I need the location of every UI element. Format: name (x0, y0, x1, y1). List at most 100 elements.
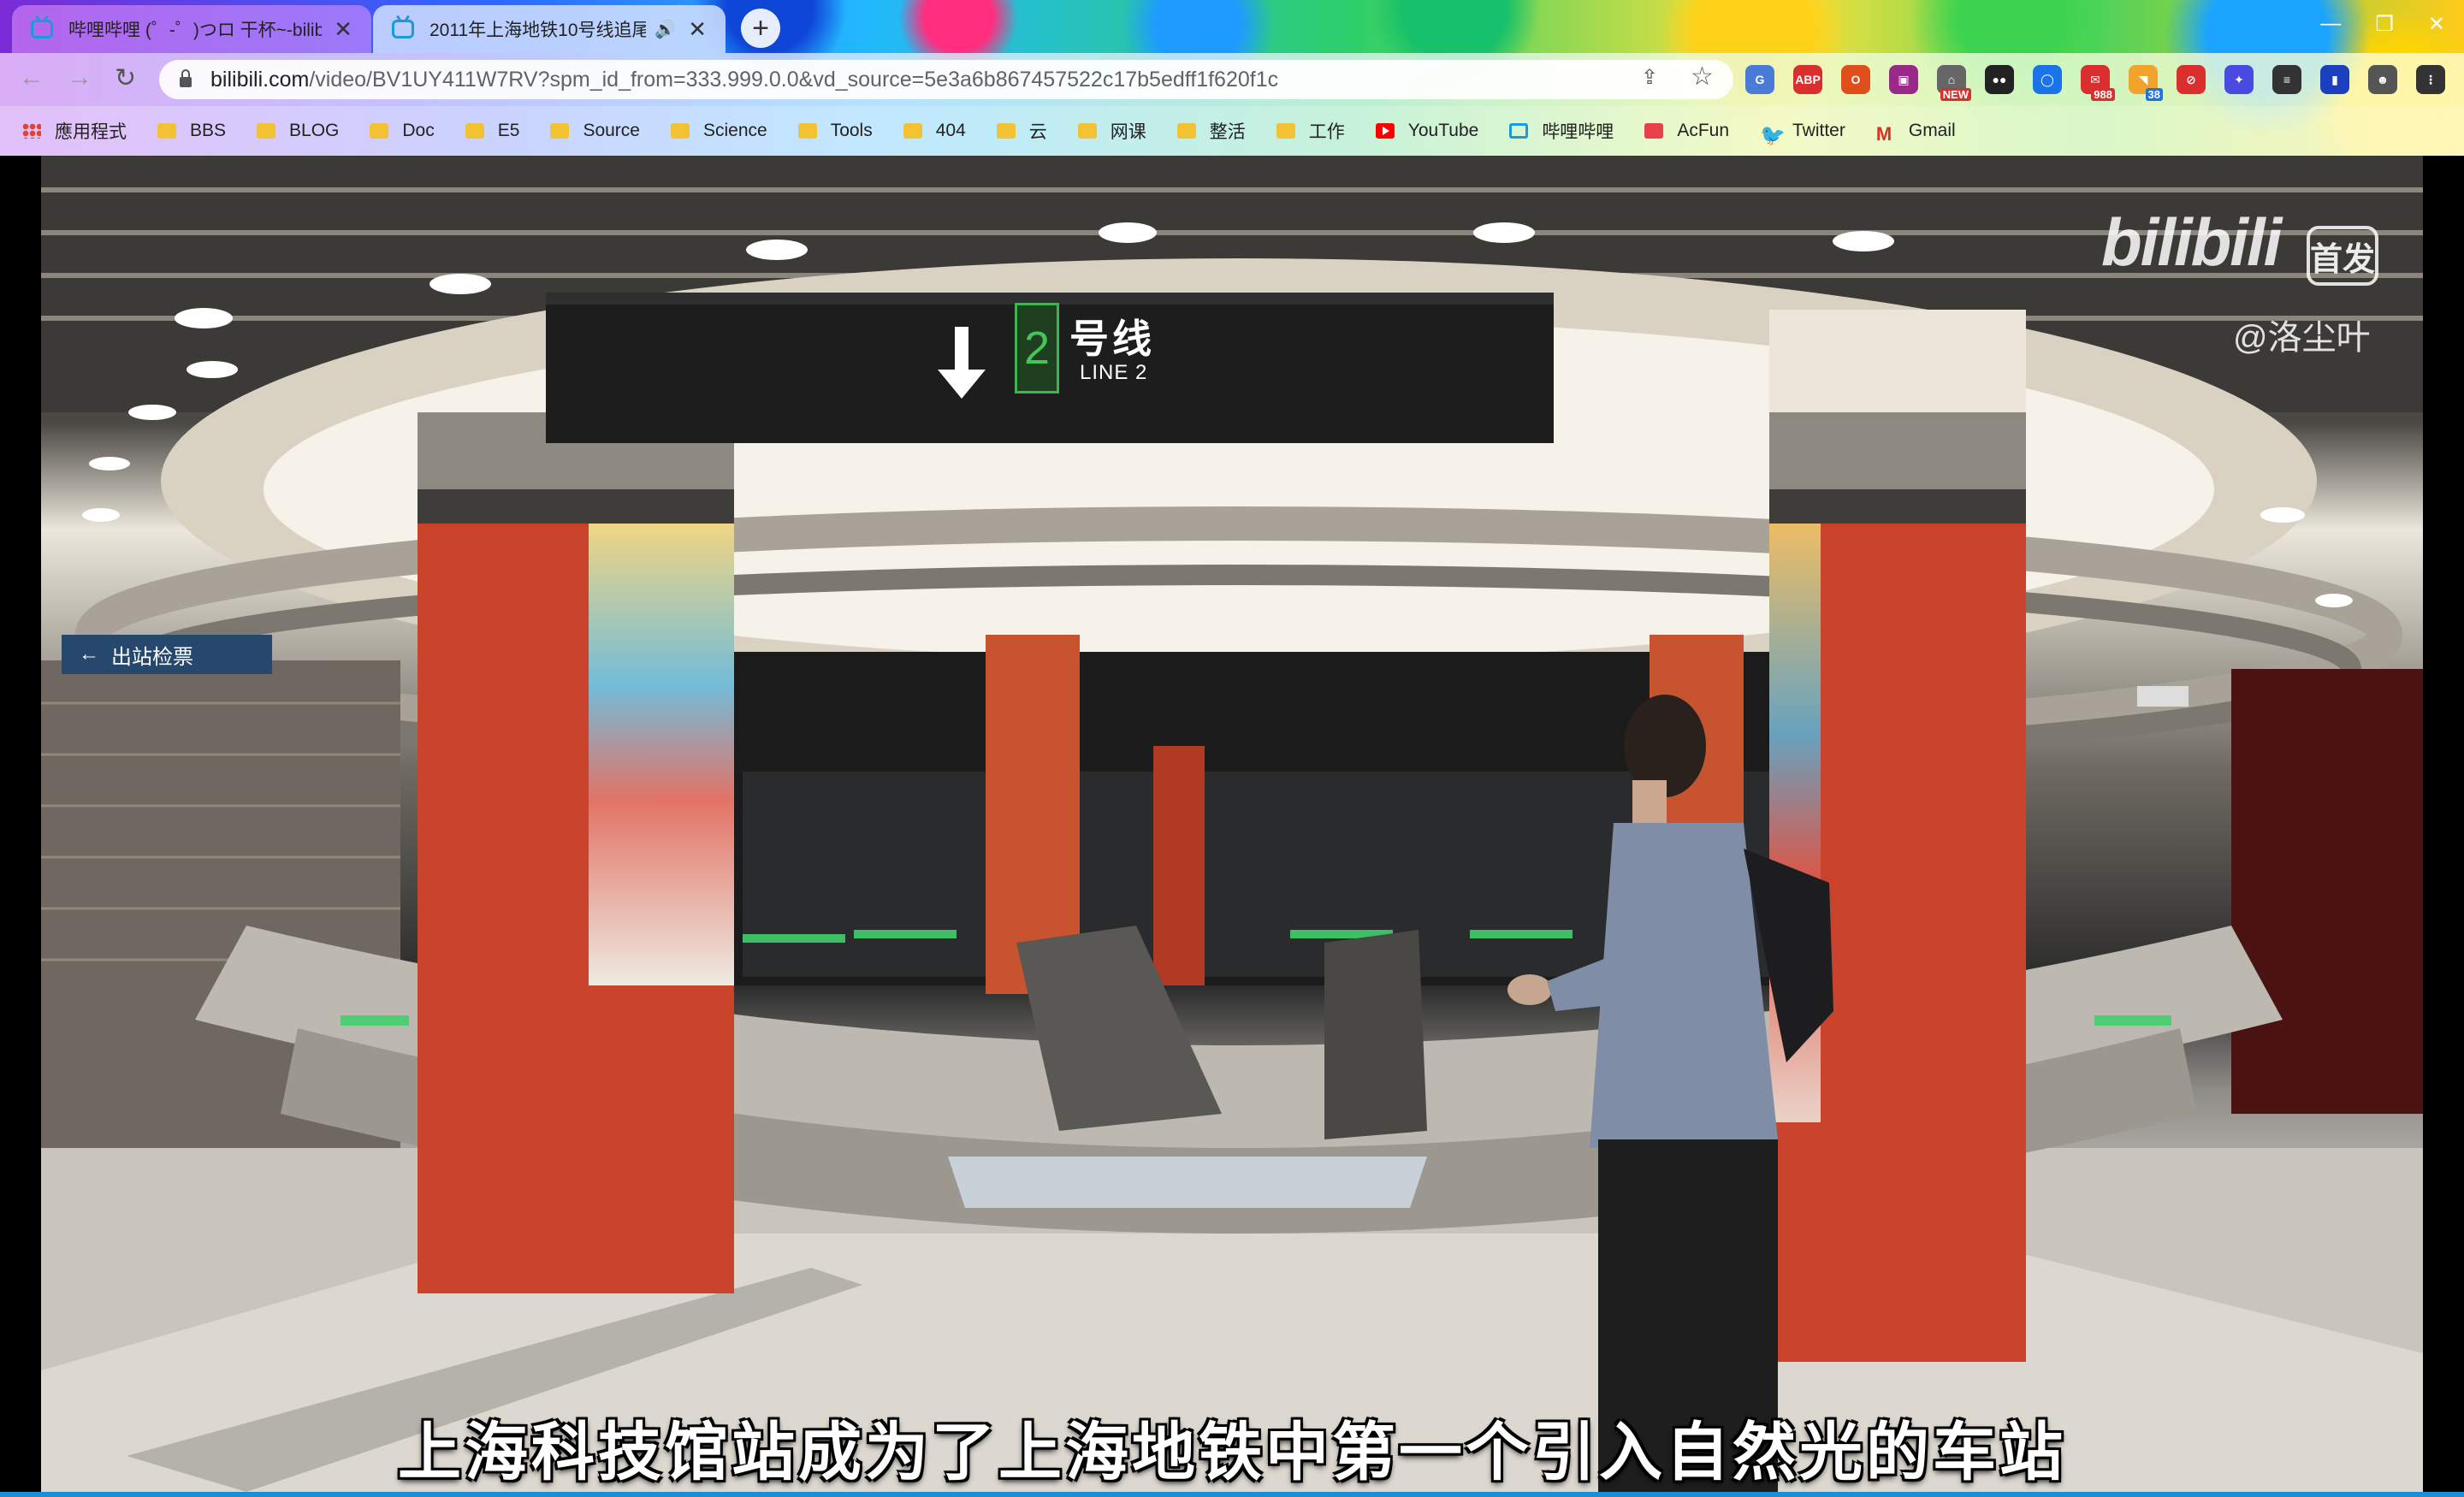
bookmark-item[interactable]: 网课 (1077, 118, 1146, 144)
adblock-plus-icon[interactable]: ABP (1793, 65, 1822, 94)
bookmark-item[interactable]: 工作 (1276, 118, 1345, 144)
side-panel-icon[interactable]: ▮ (2320, 65, 2349, 94)
close-tab-icon[interactable]: ✕ (334, 16, 352, 43)
line-sign-en: LINE 2 (1080, 361, 1148, 384)
puzzle-glyph: ✦ (2234, 72, 2244, 86)
extension-block-icon[interactable]: ⊘ (2177, 65, 2206, 94)
folder-icon (257, 123, 276, 139)
forward-button[interactable]: → (67, 63, 92, 92)
close-window-icon[interactable]: ✕ (2428, 12, 2445, 37)
exit-sign-label: 出站检票 (111, 645, 193, 669)
lock-icon[interactable] (180, 69, 192, 87)
acfun-icon (1644, 123, 1664, 139)
folder-icon (797, 123, 817, 139)
player-progress-strip (0, 1492, 2464, 1497)
arrow-left-icon: ← (79, 642, 99, 666)
profile-avatar-icon[interactable]: ☻ (2368, 65, 2397, 94)
line-sign-cn: 号线 (1069, 317, 1155, 361)
bookmark-item[interactable]: 應用程式 (22, 118, 127, 144)
restore-icon[interactable]: ❐ (2375, 12, 2394, 37)
media-queue-icon[interactable]: ≡ (2272, 65, 2301, 94)
adblock-plus-glyph: ABP (1795, 73, 1821, 86)
speaker-icon[interactable]: 🔊 (654, 19, 676, 40)
bookmark-item[interactable]: 哔哩哔哩 (1509, 118, 1614, 144)
url-host: bilibili.com (210, 67, 310, 92)
extension-new-glyph: ⌂ (1947, 73, 1956, 86)
bookmark-item[interactable]: E5 (465, 121, 520, 141)
apps-icon (22, 123, 41, 139)
folder-icon (1077, 123, 1097, 139)
bookmark-label: 网课 (1110, 122, 1146, 142)
folder-icon (670, 123, 690, 139)
extension-circle-icon[interactable]: ◯ (2033, 65, 2062, 94)
url-text[interactable]: bilibili.com/video/BV1UY411W7RV?spm_id_f… (210, 68, 1278, 92)
rss-icon[interactable]: ◥ 38 (2129, 65, 2163, 101)
bilibili-tab-icon (31, 20, 53, 38)
bilibili-watermark-logo: bilibili (2101, 204, 2282, 280)
bookmark-label: E5 (497, 121, 520, 140)
reload-button[interactable]: ↻ (115, 63, 136, 93)
bookmark-label: BBS (190, 121, 227, 140)
extension-tv-glyph: ▣ (1898, 72, 1910, 86)
menu-glyph: ⋮ (2425, 72, 2437, 86)
video-player[interactable]: 2 号线 LINE 2 ← 出站检票 bilibili 首发 @洛尘叶 (41, 156, 2423, 1492)
extension-circle-glyph: ◯ (2040, 72, 2054, 86)
exit-sign: ← 出站检票 (62, 635, 272, 674)
translate-icon[interactable]: G (1745, 65, 1774, 94)
url-path: /video/BV1UY411W7RV?spm_id_from=333.999.… (309, 67, 1279, 92)
bookmark-label: YouTube (1407, 121, 1479, 140)
bookmark-label: 工作 (1308, 122, 1345, 142)
close-tab-icon[interactable]: ✕ (688, 16, 707, 43)
line-number-badge: 2 (1015, 303, 1059, 393)
mail-icon[interactable]: ✉ 988 (2081, 65, 2115, 101)
extension-tv-icon[interactable]: ▣ (1889, 65, 1918, 94)
bookmark-label: Science (702, 121, 767, 140)
bookmark-star-icon[interactable]: ☆ (1691, 62, 1714, 92)
bookmark-item[interactable]: YouTube (1375, 121, 1479, 141)
toolbar: ← → ↻ bilibili.com/video/BV1UY411W7RV?sp… (0, 53, 2464, 106)
back-button[interactable]: ← (19, 63, 44, 92)
folder-icon (1276, 123, 1295, 139)
bookmark-item[interactable]: 🐦 Twitter (1760, 121, 1845, 147)
window-controls: — ❐ ✕ (2320, 12, 2445, 37)
bookmark-item[interactable]: M Gmail (1876, 121, 1956, 145)
bookmark-item[interactable]: Source (550, 121, 640, 141)
folder-icon (1176, 123, 1196, 139)
address-bar[interactable]: bilibili.com/video/BV1UY411W7RV?spm_id_f… (159, 60, 1733, 99)
tw-icon: 🐦 (1760, 124, 1786, 147)
bookmark-item[interactable]: BBS (157, 121, 226, 141)
translate-glyph: G (1755, 73, 1765, 86)
bookmark-item[interactable]: 404 (903, 121, 966, 141)
bookmark-item[interactable]: AcFun (1644, 121, 1729, 141)
extension-mask-icon[interactable]: ●● (1985, 65, 2014, 94)
bookmark-item[interactable]: Science (670, 121, 767, 141)
bookmark-item[interactable]: 云 (996, 118, 1047, 144)
folder-icon (370, 123, 389, 139)
tab-title: 2011年上海地铁10号线追尾事故 (429, 21, 647, 40)
folder-icon (903, 123, 922, 139)
bilibili-tab-icon (392, 20, 414, 38)
extension-badge: 38 (2145, 88, 2163, 101)
new-tab-button[interactable]: + (741, 9, 780, 48)
bookmark-label: Tools (830, 121, 873, 140)
bookmark-label: 哔哩哔哩 (1542, 122, 1614, 142)
bookmark-item[interactable]: 整活 (1176, 118, 1246, 144)
video-subtitle: 上海科技馆站成为了上海地铁中第一个引入自然光的车站 (398, 1417, 2066, 1488)
bookmark-item[interactable]: Doc (370, 121, 435, 141)
bookmark-label: 云 (1028, 122, 1047, 142)
tab-video[interactable]: 2011年上海地铁10号线追尾事故 🔊 ✕ (373, 5, 726, 53)
bookmark-item[interactable]: BLOG (257, 121, 339, 141)
bookmark-item[interactable]: Tools (797, 121, 873, 141)
minimize-icon[interactable]: — (2320, 12, 2341, 37)
bookmark-label: Doc (402, 121, 435, 140)
puzzle-icon[interactable]: ✦ (2224, 65, 2254, 94)
station-scene (41, 156, 2423, 1492)
uploader-watermark: @洛尘叶 (2233, 319, 2371, 357)
share-icon[interactable]: ⇪ (1641, 65, 1658, 90)
extension-mask-glyph: ●● (1992, 73, 2007, 86)
tab-bilibili-home[interactable]: 哔哩哔哩 (゜-゜)つロ 干杯~-bilibili ✕ (12, 5, 371, 53)
bookmark-label: AcFun (1677, 121, 1730, 140)
extension-new-icon[interactable]: ⌂ NEW (1937, 65, 1971, 101)
menu-icon[interactable]: ⋮ (2416, 65, 2445, 94)
office-icon[interactable]: O (1841, 65, 1870, 94)
